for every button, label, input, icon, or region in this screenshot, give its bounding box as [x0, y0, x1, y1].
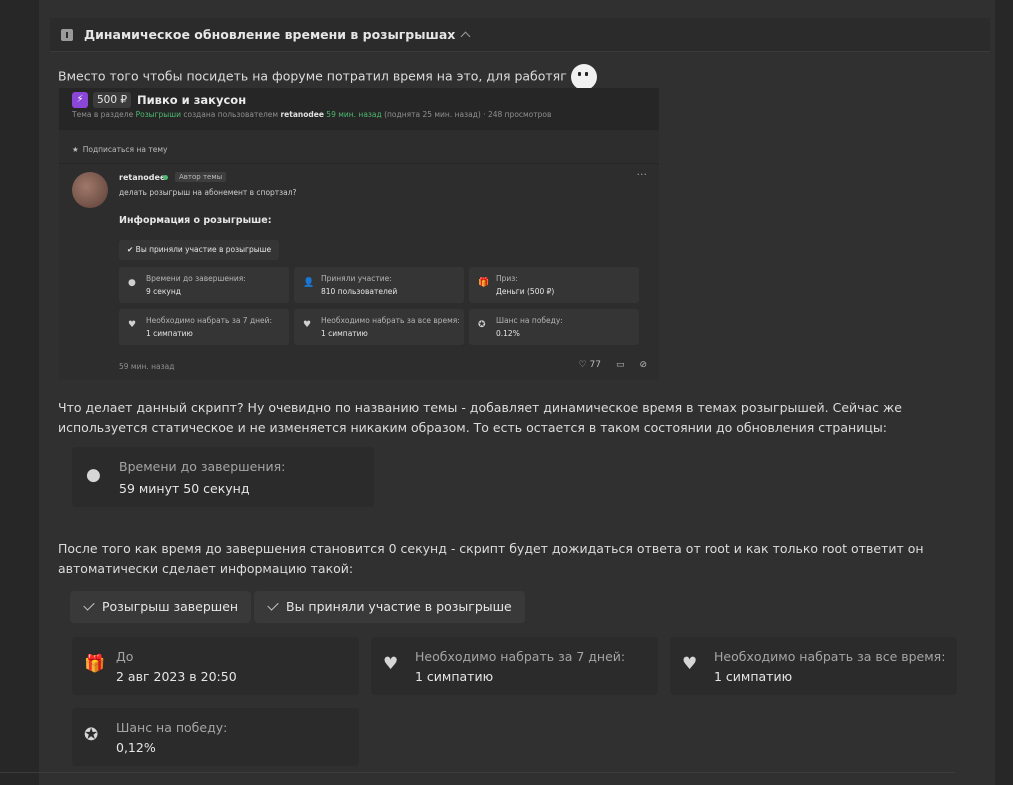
final-cell-likes-all: ♥ Необходимо набрать за все время: 1 сим…	[670, 637, 957, 695]
intro-text: Вместо того чтобы посидеть на форуме пот…	[58, 64, 597, 90]
thread-header: ⚡ 500 ₽ Пивко и закусон Тема в разделе Р…	[59, 88, 659, 128]
heart-icon: ♥	[682, 654, 698, 674]
final-label: До	[116, 649, 134, 664]
bottom-divider	[0, 772, 955, 773]
timer-value: 59 минут 50 секунд	[119, 481, 250, 496]
info-title: Информация о розыгрыше:	[119, 215, 272, 226]
cell-participants: 👤 Приняли участие: 810 пользователей	[294, 267, 464, 303]
cell-value: 1 симпатию	[321, 329, 368, 338]
gift-icon: 🎁	[478, 278, 490, 288]
check-icon	[267, 599, 279, 611]
meta-mid: создана пользователем	[180, 110, 281, 119]
final-value: 2 авг 2023 в 20:50	[116, 669, 237, 684]
award-icon: ✪	[84, 725, 99, 745]
final-label: Шанс на победу:	[116, 720, 228, 735]
cell-value: 1 симпатию	[146, 329, 193, 338]
lightning-icon: ⚡	[72, 92, 88, 108]
award-icon: ✪	[478, 320, 486, 330]
cell-time-left: ● Времени до завершения: 9 секунд	[119, 267, 289, 303]
participated-button: Вы приняли участие в розыгрыше	[254, 591, 525, 623]
cell-label: Шанс на победу:	[496, 316, 563, 325]
final-value: 0,12%	[116, 740, 156, 755]
clock-icon: ●	[86, 465, 101, 485]
finished-badge: Розыгрыш завершен	[70, 591, 252, 623]
check-icon	[83, 599, 95, 611]
spoiler-header[interactable]: Динамическое обновление времени в розыгр…	[50, 18, 990, 52]
meta-user-link[interactable]: retanodee	[280, 110, 323, 119]
final-cell-win-chance: ✪ Шанс на победу: 0,12%	[72, 708, 359, 766]
cell-value: 810 пользователей	[321, 287, 398, 296]
heart-plus-icon: ♥	[383, 654, 399, 674]
cell-label: Приняли участие:	[321, 274, 392, 283]
like-button[interactable]: ♡ 77	[579, 360, 601, 370]
final-cell-until: 🎁 До 2 авг 2023 в 20:50	[72, 637, 359, 695]
smiley-icon	[570, 64, 597, 90]
heart-outline-icon: ♡	[578, 360, 590, 370]
final-label: Необходимо набрать за все время:	[714, 649, 946, 664]
avatar[interactable]	[72, 172, 108, 208]
post-body: ★ Подписаться на тему retanodee Автор тем…	[59, 130, 659, 380]
heart-plus-icon: ♥	[128, 320, 137, 330]
cell-value: Деньги (500 ₽)	[496, 287, 555, 296]
post-time: 59 мин. назад	[119, 362, 175, 371]
meta-time: 59 мин. назад	[323, 110, 382, 119]
cell-label: Необходимо набрать за 7 дней:	[146, 316, 273, 325]
final-label: Необходимо набрать за 7 дней:	[415, 649, 626, 664]
meta-prefix: Тема в разделе	[72, 110, 136, 119]
author-badge: Автор темы	[175, 172, 227, 182]
description-text: Что делает данный скрипт? Ну очевидно по…	[58, 400, 902, 435]
subscribe-link[interactable]: ★ Подписаться на тему	[72, 145, 167, 154]
more-options-icon[interactable]: ···	[637, 168, 648, 181]
cell-value: 9 секунд	[146, 287, 181, 296]
participated-label: Вы приняли участие в розыгрыше	[135, 245, 272, 254]
cell-win-chance: ✪ Шанс на победу: 0.12%	[469, 309, 639, 345]
info-icon	[61, 28, 73, 41]
result-text: После того как время до завершения стано…	[58, 541, 924, 576]
cell-prize: 🎁 Приз: Деньги (500 ₽)	[469, 267, 639, 303]
cell-likes-7days: ♥ Необходимо набрать за 7 дней: 1 симпатию	[119, 309, 289, 345]
meta-section-link[interactable]: Розыгрыши	[136, 110, 181, 119]
intro-text-content: Вместо того чтобы посидеть на форуме пот…	[58, 68, 567, 84]
finished-label: Розыгрыш завершен	[102, 599, 239, 614]
cell-label: Приз:	[496, 274, 518, 283]
cell-value: 0.12%	[496, 329, 520, 338]
timer-label: Времени до завершения:	[119, 459, 286, 474]
spoiler-title: Динамическое обновление времени в розыгр…	[84, 27, 456, 42]
username[interactable]: retanodee	[119, 173, 165, 182]
online-indicator-icon	[163, 175, 168, 180]
star-icon: ★	[72, 145, 79, 154]
participated-badge: ✔ Вы приняли участие в розыгрыше	[119, 240, 280, 260]
like-count: 77	[589, 360, 601, 370]
clock-icon: ●	[128, 278, 136, 288]
heart-icon: ♥	[303, 320, 312, 330]
cell-label: Необходимо набрать за все время:	[321, 316, 460, 325]
chevron-up-icon[interactable]	[460, 31, 471, 42]
final-value: 1 симпатию	[415, 669, 494, 684]
final-cell-likes-7days: ♥ Необходимо набрать за 7 дней: 1 симпат…	[371, 637, 658, 695]
post-question: делать розыгрыш на абонемент в спортзал?	[119, 188, 297, 197]
price-badge: 500 ₽	[93, 92, 132, 108]
check-icon: ✔	[127, 245, 136, 254]
meta-suffix: (поднята 25 мин. назад) · 248 просмотров	[381, 110, 552, 119]
final-value: 1 симпатию	[714, 669, 793, 684]
comment-icon[interactable]: ▭	[616, 360, 625, 370]
cell-likes-all: ♥ Необходимо набрать за все время: 1 симпа…	[294, 309, 464, 345]
thread-title: Пивко и закусон	[137, 93, 247, 107]
gift-icon: 🎁	[84, 654, 106, 674]
hide-icon[interactable]: ⊘	[639, 360, 647, 370]
post-actions: ♡ 77 ▭ ⊘	[579, 360, 647, 370]
subscribe-label: Подписаться на тему	[82, 145, 168, 154]
embedded-screenshot: ⚡ 500 ₽ Пивко и закусон Тема в разделе Р…	[59, 88, 659, 380]
participated-button-label: Вы приняли участие в розыгрыше	[286, 599, 512, 614]
thread-meta: Тема в разделе Розыгрыши создана пользов…	[72, 110, 551, 119]
cell-label: Времени до завершения:	[146, 274, 246, 283]
users-icon: 👤	[303, 278, 315, 288]
timer-cell: ● Времени до завершения: 59 минут 50 сек…	[72, 447, 374, 507]
divider	[59, 163, 659, 164]
